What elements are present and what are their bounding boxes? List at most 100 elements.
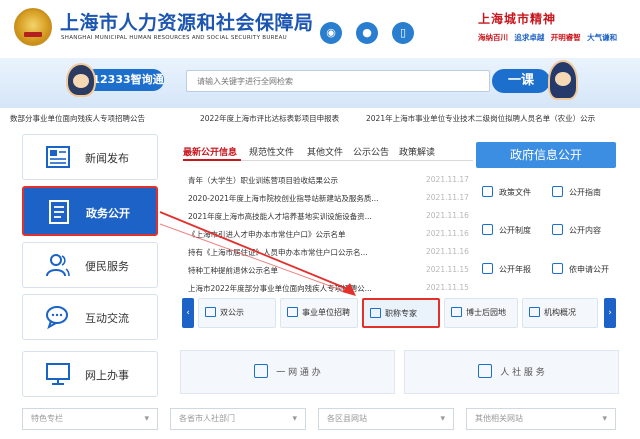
yiwangtongban-banner[interactable]: 一 网 通 办 bbox=[180, 350, 395, 394]
document-icon bbox=[49, 200, 69, 224]
carousel-prev-button[interactable]: ‹ bbox=[182, 298, 194, 328]
newspaper-icon bbox=[46, 146, 70, 168]
yike-button[interactable]: 一课 bbox=[492, 69, 550, 93]
ticker-item[interactable]: 2021年上海市事业单位专业技术二级岗位拟聘人员名单（农业）公示 bbox=[366, 113, 595, 124]
spirit-word: 海纳百川 bbox=[478, 33, 508, 42]
mobile-icon[interactable]: ▯ bbox=[392, 22, 414, 44]
service-label: 双公示 bbox=[220, 308, 244, 317]
nav-gov-affairs-label: 政务公开 bbox=[86, 207, 130, 220]
news-date: 2021.11.15 bbox=[426, 283, 469, 292]
footer-select-districts[interactable]: 各区县网站 bbox=[318, 408, 454, 430]
list-item[interactable]: 《上海市引进人才申办本市常住户口》公示名单 2021.11.16 bbox=[188, 229, 473, 241]
policy-file-icon bbox=[482, 186, 493, 197]
service-double-publicity[interactable]: 双公示 bbox=[198, 298, 276, 328]
gov-link-label: 公开内容 bbox=[569, 226, 601, 235]
service-postdoc[interactable]: 博士后园地 bbox=[444, 298, 518, 328]
gov-link-system[interactable]: 公开制度 bbox=[482, 224, 531, 238]
footer-select-label: 各省市人社部门 bbox=[179, 414, 235, 423]
city-spirit-words: 海纳百川 追求卓越 开明睿智 大气谦和 bbox=[478, 32, 638, 43]
ticker-item[interactable]: 2022年度上海市评比达标表彰项目申报表 bbox=[200, 113, 339, 124]
list-item[interactable]: 2020-2021年度上海市院校创业指导站新建站及服务质... 2021.11.… bbox=[188, 193, 473, 205]
news-date: 2021.11.15 bbox=[426, 265, 469, 274]
footer-select-label: 其他相关网站 bbox=[475, 414, 523, 423]
news-date: 2021.11.17 bbox=[426, 175, 469, 184]
tab-normative[interactable]: 规范性文件 bbox=[249, 145, 294, 158]
gov-info-open-button[interactable]: 政府信息公开 bbox=[476, 142, 616, 168]
news-date: 2021.11.16 bbox=[426, 229, 469, 238]
service-institution-recruit[interactable]: 事业单位招聘 bbox=[280, 298, 358, 328]
service-org-overview[interactable]: 机构概况 bbox=[522, 298, 598, 328]
nav-news[interactable]: 新闻发布 bbox=[22, 134, 158, 180]
tab-active-indicator bbox=[183, 159, 241, 161]
site-subtitle: SHANGHAI MUNICIPAL HUMAN RESOURCES AND S… bbox=[61, 35, 287, 41]
tab-other-files[interactable]: 其他文件 bbox=[307, 145, 343, 158]
monitor-icon bbox=[254, 364, 269, 378]
footer-select-special[interactable]: 特色专栏 bbox=[22, 408, 158, 430]
tab-latest[interactable]: 最新公开信息 bbox=[183, 145, 237, 158]
list-item[interactable]: 上海市2022年度部分事业单位面向残疾人专项招聘公... 2021.11.15 bbox=[188, 283, 473, 295]
nav-convenience[interactable]: 便民服务 bbox=[22, 242, 158, 288]
mascot-left-icon bbox=[66, 63, 96, 97]
gov-link-guide[interactable]: 公开指南 bbox=[552, 186, 601, 200]
news-title[interactable]: 上海市2022年度部分事业单位面向残疾人专项招聘公... bbox=[188, 283, 418, 294]
city-spirit-title: 上海城市精神 bbox=[478, 12, 557, 26]
nav-gov-affairs[interactable]: 政务公开 bbox=[22, 186, 158, 236]
double-publicity-icon bbox=[205, 307, 216, 317]
service-label: 机构概况 bbox=[544, 308, 576, 317]
carousel-next-button[interactable]: › bbox=[604, 298, 616, 328]
site-header: 上海市人力资源和社会保障局 SHANGHAI MUNICIPAL HUMAN R… bbox=[0, 0, 640, 58]
tab-policy[interactable]: 政策解读 bbox=[399, 145, 435, 158]
nav-interaction-label: 互动交流 bbox=[85, 312, 129, 325]
nav-interaction[interactable]: 互动交流 bbox=[22, 294, 158, 340]
gov-link-annual[interactable]: 公开年报 bbox=[482, 263, 531, 277]
people-icon bbox=[46, 254, 70, 277]
renshe-services-banner[interactable]: 人 社 服 务 bbox=[404, 350, 619, 394]
footer-select-label: 各区县网站 bbox=[327, 414, 367, 423]
search-input[interactable] bbox=[186, 70, 490, 92]
postdoc-icon bbox=[451, 307, 462, 317]
chat-icon bbox=[46, 306, 68, 330]
service-label: 职称专家 bbox=[385, 309, 417, 318]
weibo-icon[interactable]: ◉ bbox=[320, 22, 342, 44]
monitor-icon bbox=[370, 308, 381, 318]
recruit-icon bbox=[287, 307, 298, 317]
news-title[interactable]: 持有《上海市居住证》人员申办本市常住户口公示名... bbox=[188, 247, 418, 258]
news-title[interactable]: 特种工种提前退休公示名单 bbox=[188, 265, 418, 276]
nav-news-label: 新闻发布 bbox=[85, 152, 129, 165]
system-icon bbox=[482, 224, 493, 235]
hotline-12333-button[interactable]: 12333智询通 bbox=[84, 69, 164, 91]
nav-convenience-label: 便民服务 bbox=[85, 260, 129, 273]
news-title[interactable]: 青年（大学生）职业训练营项目验收结果公示 bbox=[188, 175, 418, 186]
tab-notices[interactable]: 公示公告 bbox=[353, 145, 389, 158]
nav-online-services[interactable]: 网上办事 bbox=[22, 351, 158, 397]
site-title[interactable]: 上海市人力资源和社会保障局 bbox=[60, 8, 314, 35]
gov-link-apply[interactable]: 依申请公开 bbox=[552, 263, 609, 277]
news-title[interactable]: 2020-2021年度上海市院校创业指导站新建站及服务质... bbox=[188, 193, 418, 204]
list-item[interactable]: 2021年度上海市高技能人才培养基地实训设施设备资... 2021.11.16 bbox=[188, 211, 473, 223]
news-title[interactable]: 《上海市引进人才申办本市常住户口》公示名单 bbox=[188, 229, 418, 240]
footer-select-provinces[interactable]: 各省市人社部门 bbox=[170, 408, 306, 430]
spirit-word: 追求卓越 bbox=[514, 33, 545, 42]
list-item[interactable]: 特种工种提前退休公示名单 2021.11.15 bbox=[188, 265, 473, 277]
list-item[interactable]: 持有《上海市居住证》人员申办本市常住户口公示名... 2021.11.16 bbox=[188, 247, 473, 259]
monitor-icon bbox=[46, 363, 70, 385]
gov-link-label: 依申请公开 bbox=[569, 265, 609, 274]
gov-link-label: 公开制度 bbox=[499, 226, 531, 235]
banner-label: 人 社 服 务 bbox=[500, 368, 545, 378]
annual-report-icon bbox=[482, 263, 493, 274]
gov-link-policy[interactable]: 政策文件 bbox=[482, 186, 531, 200]
wechat-icon[interactable]: ● bbox=[356, 22, 378, 44]
service-title-experts[interactable]: 职称专家 bbox=[362, 298, 440, 328]
news-date: 2021.11.17 bbox=[426, 193, 469, 202]
list-item[interactable]: 青年（大学生）职业训练营项目验收结果公示 2021.11.17 bbox=[188, 175, 473, 187]
gov-link-content[interactable]: 公开内容 bbox=[552, 224, 601, 238]
nav-online-services-label: 网上办事 bbox=[85, 369, 129, 382]
ticker-item[interactable]: 数部分事业单位面向残疾人专项招聘公告 bbox=[10, 113, 145, 124]
gov-link-label: 政策文件 bbox=[499, 188, 531, 197]
news-title[interactable]: 2021年度上海市高技能人才培养基地实训设施设备资... bbox=[188, 211, 418, 222]
bureau-logo[interactable] bbox=[14, 8, 52, 46]
footer-select-others[interactable]: 其他相关网站 bbox=[466, 408, 616, 430]
footer-select-label: 特色专栏 bbox=[31, 414, 63, 423]
gov-link-label: 公开年报 bbox=[499, 265, 531, 274]
gov-link-label: 公开指南 bbox=[569, 188, 601, 197]
